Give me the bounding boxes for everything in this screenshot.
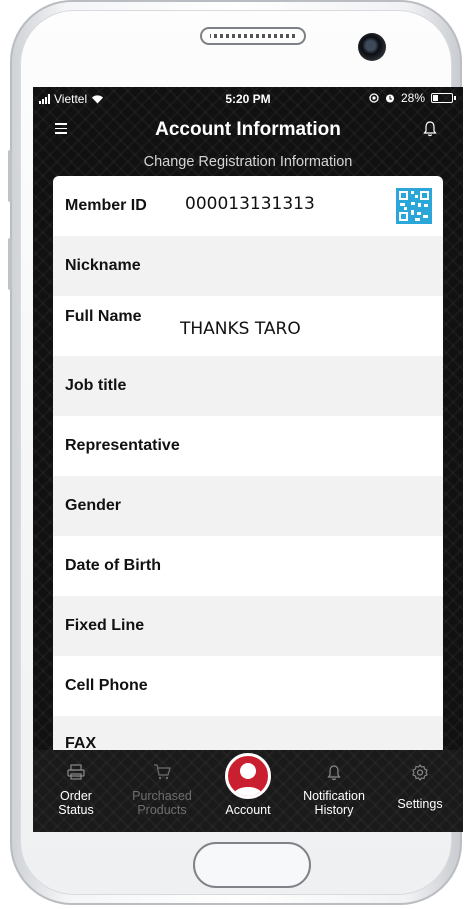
tab-notification-history[interactable]: Notification History — [291, 750, 377, 832]
date-of-birth-label: Date of Birth — [65, 557, 161, 574]
front-camera — [358, 33, 386, 61]
account-info-list: Member ID 000013131313 Nickname Full Nam… — [53, 176, 443, 756]
home-button[interactable] — [193, 842, 311, 888]
row-nickname: Nickname — [53, 236, 443, 296]
bell-icon[interactable] — [423, 120, 437, 137]
tab-settings-label: Settings — [397, 797, 443, 811]
tab-order-status[interactable]: Order Status — [33, 750, 119, 832]
row-job-title: Job title — [53, 356, 443, 416]
member-id-value: 000013131313 — [185, 194, 315, 214]
full-name-label: Full Name — [65, 308, 142, 325]
app-screen: Viettel 5:20 PM 28% Account Information … — [33, 87, 463, 832]
job-title-label: Job title — [65, 377, 127, 394]
cell-phone-label: Cell Phone — [65, 677, 148, 694]
battery-icon — [431, 93, 456, 103]
tab-account-label: Account — [225, 803, 271, 817]
page-title: Account Information — [155, 119, 341, 140]
tab-order-status-label: Order Status — [58, 789, 94, 817]
bottom-tab-bar: Order Status Purchased Products Account — [33, 750, 463, 832]
tab-notification-history-label: Notification History — [303, 789, 365, 817]
row-gender: Gender — [53, 476, 443, 536]
account-avatar-icon — [225, 753, 271, 799]
volume-down-button — [8, 238, 12, 290]
nickname-label: Nickname — [65, 257, 141, 274]
member-id-label: Member ID — [65, 197, 147, 214]
location-icon — [369, 93, 379, 103]
full-name-value: THANKS TARO — [180, 319, 301, 339]
tab-purchased-products-label: Purchased Products — [132, 789, 192, 817]
gender-label: Gender — [65, 497, 122, 514]
fixed-line-label: Fixed Line — [65, 617, 145, 634]
representative-label: Representative — [65, 437, 180, 454]
bell-icon — [327, 765, 341, 781]
alarm-icon — [385, 94, 394, 103]
gear-icon — [412, 764, 428, 781]
row-cell-phone: Cell Phone — [53, 656, 443, 716]
row-fixed-line: Fixed Line — [53, 596, 443, 656]
tab-account[interactable]: Account — [205, 750, 291, 832]
app-header: Account Information — [33, 111, 463, 149]
tab-settings[interactable]: Settings — [377, 750, 463, 832]
printer-icon — [67, 764, 85, 780]
row-full-name: Full Name THANKS TARO — [53, 296, 443, 356]
volume-up-button — [8, 150, 12, 202]
tab-purchased-products[interactable]: Purchased Products — [119, 750, 205, 832]
earpiece-speaker — [200, 27, 306, 45]
change-registration-link[interactable]: Change Registration Information — [33, 149, 463, 175]
qr-code-icon[interactable] — [396, 188, 432, 224]
row-representative: Representative — [53, 416, 443, 476]
status-bar: Viettel 5:20 PM 28% — [33, 87, 463, 111]
row-date-of-birth: Date of Birth — [53, 536, 443, 596]
cart-icon — [154, 764, 171, 780]
row-member-id: Member ID 000013131313 — [53, 176, 443, 236]
battery-percent: 28% — [400, 91, 425, 105]
